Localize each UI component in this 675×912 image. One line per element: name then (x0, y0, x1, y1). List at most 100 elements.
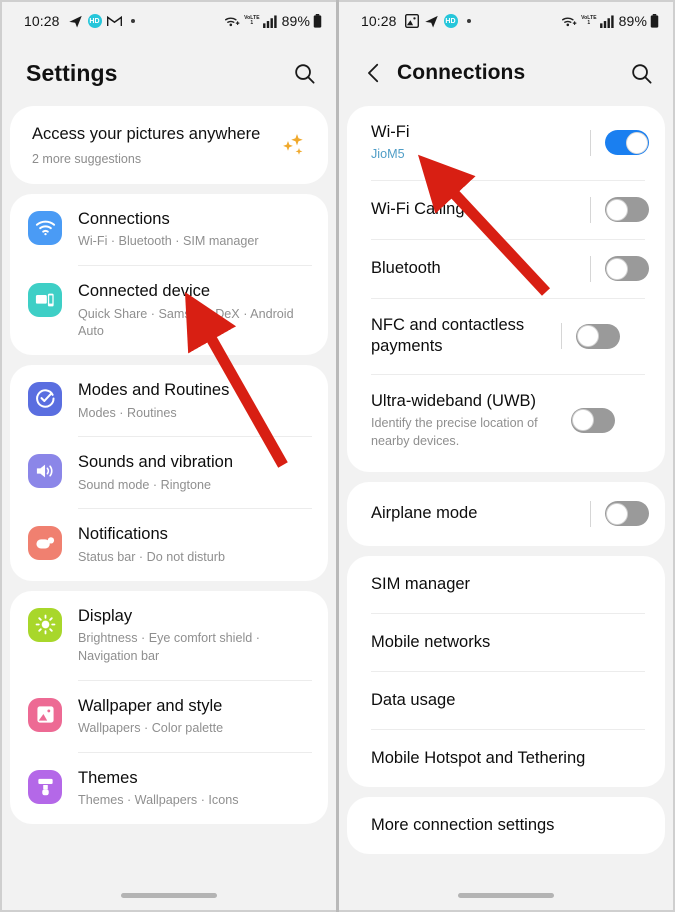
wifi-calling-icon (225, 17, 240, 27)
bluetooth-toggle[interactable] (605, 256, 649, 282)
item-title: Modes and Routines (78, 380, 230, 399)
search-icon[interactable] (293, 62, 316, 85)
status-system-icons: VoLTE 1 89% (224, 13, 322, 29)
connections-toggle-group: Wi-Fi JioM5 Wi-Fi Calling Bluetooth NFC … (347, 106, 665, 472)
row-subtitle: JioM5 (371, 147, 405, 162)
item-subtitle: Themes · Wallpapers · Icons (78, 793, 239, 808)
item-title: Notifications (78, 525, 168, 544)
settings-group-1: Connections Wi-Fi · Bluetooth · SIM mana… (10, 193, 328, 355)
left-phone-screen: 10:28 HD VoLTE 1 89% Settings Access you… (0, 0, 336, 912)
status-bar-left: 10:28 HD VoLTE 1 89% (2, 2, 336, 40)
row-sim-manager[interactable]: SIM manager (347, 556, 665, 613)
item-title: Display (78, 606, 133, 625)
app-bar-connections: Connections (339, 40, 673, 106)
sidebar-item-modes-and-routines[interactable]: Modes and Routines Modes · Routines (10, 365, 328, 436)
uwb-toggle[interactable] (571, 407, 615, 433)
sound-icon (36, 464, 52, 478)
status-time: 10:28 (24, 13, 60, 29)
battery-percent: 89% (618, 13, 647, 29)
hd-badge-icon: HD (87, 14, 102, 28)
row-mobile-networks[interactable]: Mobile networks (347, 614, 665, 671)
row-bluetooth[interactable]: Bluetooth (347, 240, 665, 298)
page-title: Settings (26, 59, 118, 86)
wifi-calling-toggle[interactable] (605, 197, 649, 223)
sidebar-item-themes[interactable]: Themes Themes · Wallpapers · Icons (10, 753, 328, 824)
wifi-toggle[interactable] (605, 130, 649, 156)
home-indicator-left[interactable] (121, 893, 217, 898)
home-indicator-right[interactable] (458, 893, 554, 898)
hd-badge-label: HD (89, 17, 100, 25)
toggle-separator (590, 500, 591, 527)
row-wifi[interactable]: Wi-Fi JioM5 (347, 106, 665, 180)
signal-icon (262, 14, 277, 28)
toggle-knob (606, 502, 628, 525)
row-subtitle: Identify the precise location of nearby … (371, 416, 538, 448)
wifi-icon (35, 220, 55, 236)
back-chevron-icon[interactable] (363, 62, 385, 84)
battery-icon (313, 14, 322, 28)
sidebar-item-connections[interactable]: Connections Wi-Fi · Bluetooth · SIM mana… (10, 194, 328, 265)
airplane-mode-toggle[interactable] (605, 501, 649, 527)
status-time: 10:28 (361, 13, 397, 29)
battery-percent: 89% (281, 13, 310, 29)
item-title: Wallpaper and style (78, 696, 223, 715)
brightness-icon-tile (28, 607, 62, 642)
suggestion-card[interactable]: Access your pictures anywhere 2 more sug… (10, 106, 328, 184)
themes-icon-tile (28, 769, 62, 804)
connections-list: Wi-Fi JioM5 Wi-Fi Calling Bluetooth NFC … (339, 106, 673, 854)
search-icon[interactable] (630, 62, 653, 85)
row-data-usage[interactable]: Data usage (347, 672, 665, 729)
item-subtitle: Modes · Routines (78, 405, 177, 420)
settings-group-3: Display Brightness · Eye comfort shield … (10, 590, 328, 825)
toggle-separator (561, 323, 562, 350)
item-title: Sounds and vibration (78, 453, 234, 472)
toggle-separator (590, 129, 591, 156)
row-title: Airplane mode (371, 504, 478, 523)
dual-screenshot-container: 10:28 HD VoLTE 1 89% Settings Access you… (0, 0, 675, 912)
toggle-knob (606, 257, 628, 280)
row-title: Wi-Fi (371, 123, 410, 141)
sidebar-item-notifications[interactable]: Notifications Status bar · Do not distur… (10, 509, 328, 580)
nfc-toggle[interactable] (576, 323, 620, 349)
sidebar-item-sounds-and-vibration[interactable]: Sounds and vibration Sound mode · Ringto… (10, 437, 328, 508)
page-title: Connections (397, 61, 526, 84)
themes-icon (37, 778, 53, 796)
airplane-group: Airplane mode (347, 481, 665, 546)
item-subtitle: Wallpapers · Color palette (78, 721, 224, 736)
suggestion-subtitle: 2 more suggestions (32, 151, 142, 166)
wifi-calling-icon (562, 17, 577, 27)
row-title: Wi-Fi Calling (371, 200, 465, 219)
row-wifi-calling[interactable]: Wi-Fi Calling (347, 181, 665, 239)
row-title: NFC and contactless payments (371, 315, 525, 356)
status-notification-icons: HD (68, 14, 135, 29)
sound-icon-tile (28, 454, 62, 489)
network-links-group: SIM manager Mobile networks Data usage M… (347, 555, 665, 787)
hd-badge-label: HD (445, 17, 456, 25)
sidebar-item-display[interactable]: Display Brightness · Eye comfort shield … (10, 591, 328, 680)
toggle-separator (590, 196, 591, 223)
connected-devices-icon (35, 293, 54, 306)
item-title: Connections (78, 209, 170, 228)
row-uwb[interactable]: Ultra-wideband (UWB) Identify the precis… (347, 375, 665, 472)
notifications-icon-tile (28, 526, 62, 561)
image-icon (404, 14, 419, 28)
row-mobile-hotspot-and-tethering[interactable]: Mobile Hotspot and Tethering (347, 730, 665, 787)
item-title: Connected device (78, 282, 211, 301)
telegram-icon (424, 15, 438, 27)
sidebar-item-connected-devices[interactable]: Connected device Quick Share · Samsung D… (10, 266, 328, 355)
right-phone-screen: 10:28 HD VoLTE 1 89% Connections Wi-Fi J… (339, 0, 675, 912)
toggle-knob (572, 409, 594, 432)
brightness-icon (35, 614, 55, 635)
row-title: Ultra-wideband (UWB) (371, 391, 537, 410)
row-airplane-mode[interactable]: Airplane mode (347, 482, 665, 546)
sidebar-item-wallpaper-and-style[interactable]: Wallpaper and style Wallpapers · Color p… (10, 681, 328, 752)
row-more-connection-settings[interactable]: More connection settings (347, 797, 665, 854)
volte-icon: VoLTE 1 (244, 15, 260, 26)
row-nfc[interactable]: NFC and contactless payments (347, 299, 665, 374)
signal-icon (599, 14, 614, 28)
modes-routines-icon (35, 389, 55, 409)
notifications-icon (35, 537, 54, 549)
item-subtitle: Quick Share · Samsung DeX · Android Auto (78, 306, 294, 339)
settings-group-2: Modes and Routines Modes · Routines Soun… (10, 364, 328, 581)
wifi-icon-tile (28, 210, 62, 245)
